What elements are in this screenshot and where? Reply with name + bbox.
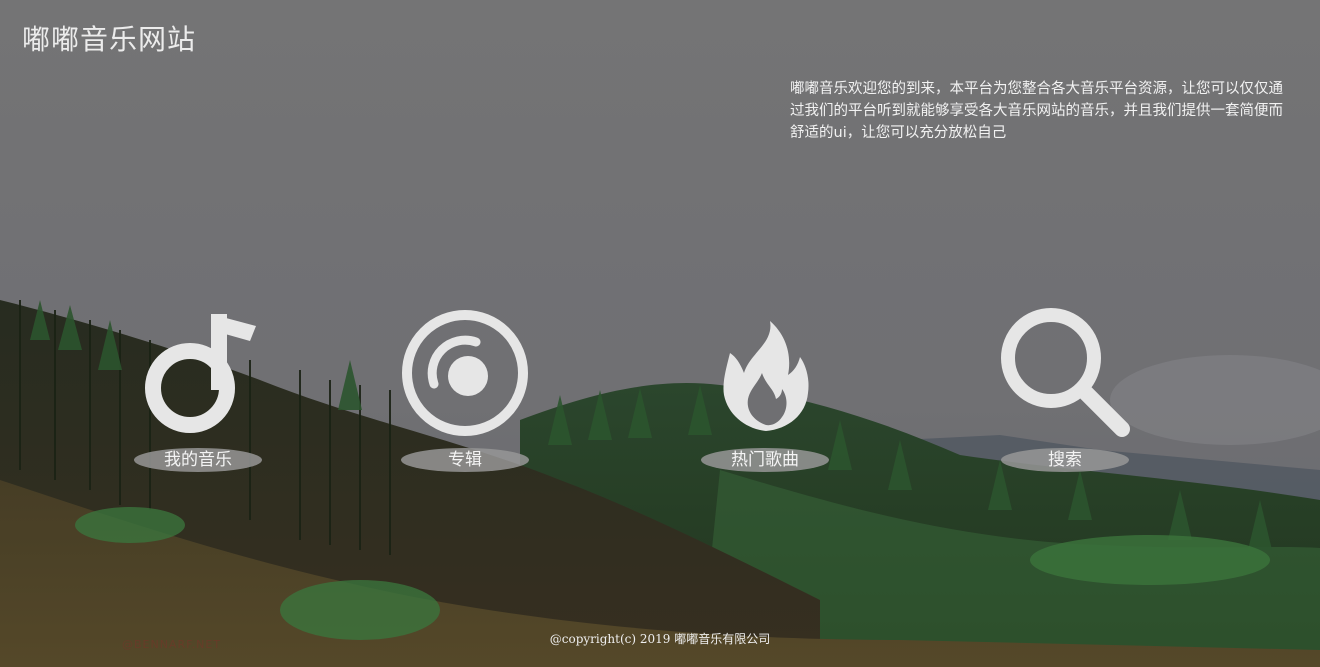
flame-icon — [695, 305, 835, 440]
site-title[interactable]: 嘟嘟音乐网站 — [22, 18, 196, 58]
nav-item-search[interactable]: 搜索 — [985, 305, 1145, 475]
nav-label-album: 专辑 — [401, 448, 529, 472]
nav-item-my-music[interactable]: 我的音乐 — [118, 305, 278, 475]
search-icon — [995, 305, 1135, 440]
nav-label-my-music: 我的音乐 — [134, 448, 262, 472]
footer-copyright: @copyright(c) 2019 嘟嘟音乐有限公司 — [549, 632, 771, 646]
nav-item-hot-songs[interactable]: 热门歌曲 — [685, 305, 845, 475]
nav-label-search: 搜索 — [1001, 448, 1129, 472]
nav-item-album[interactable]: 专辑 — [385, 305, 545, 475]
disc-icon — [395, 305, 535, 440]
intro-text: 嘟嘟音乐欢迎您的到来，本平台为您整合各大音乐平台资源，让您可以仅仅通过我们的平台… — [790, 81, 1283, 141]
nav-label-hot-songs: 热门歌曲 — [701, 448, 829, 472]
music-note-icon — [128, 305, 268, 440]
